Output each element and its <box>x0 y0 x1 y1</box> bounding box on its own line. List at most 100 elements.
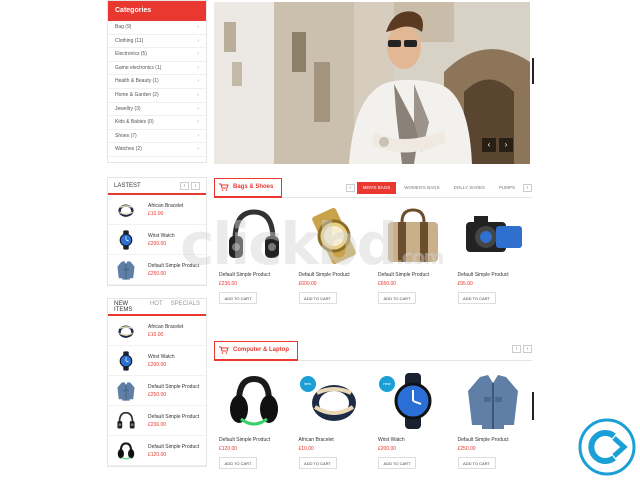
category-item[interactable]: Watches (2) › <box>108 143 206 157</box>
latest-prev-button[interactable]: ‹ <box>180 181 189 190</box>
watch-icon[interactable] <box>114 349 138 373</box>
category-label: Watches (2) <box>115 146 142 153</box>
side-product-item[interactable]: Default Simple Product £236.00 <box>108 406 206 436</box>
side-product-item[interactable]: Wrist Watch £200.00 <box>108 225 206 255</box>
hero-prev-button[interactable]: ‹ <box>482 138 496 152</box>
product-name[interactable]: Default Simple Product <box>148 263 199 269</box>
latest-next-button[interactable]: › <box>191 181 200 190</box>
category-item[interactable]: Kids & Babies (0) › <box>108 116 206 130</box>
bags-shoes-section: Bags & Shoes ‹ MEN'S BAGS WOMEN'S BAGS D… <box>214 177 533 304</box>
chevron-right-icon: › <box>197 132 199 139</box>
tab-dolly-shoes[interactable]: DOLLY SHOES <box>448 182 491 194</box>
category-item[interactable]: Bag (9) › <box>108 21 206 35</box>
product-name[interactable]: Default Simple Product <box>148 414 199 420</box>
watermark-logo-icon <box>578 418 636 476</box>
product-name[interactable]: African Bracelet <box>148 324 183 330</box>
side-product-item[interactable]: African Bracelet £10.00 <box>108 195 206 225</box>
category-label: Kids & Babies (0) <box>115 119 154 126</box>
bag-icon[interactable] <box>378 206 448 266</box>
chevron-right-icon: › <box>197 24 199 30</box>
bags-prev-button[interactable]: ‹ <box>345 184 355 192</box>
category-item[interactable]: Electronics (5) › <box>108 48 206 62</box>
side-product-item[interactable]: Default Simple Product £250.00 <box>108 255 206 285</box>
latest-title: LASTEST <box>114 182 141 189</box>
product-name[interactable]: Wrist Watch <box>148 354 175 360</box>
chevron-right-icon: › <box>197 105 199 112</box>
product-name[interactable]: Default Simple Product <box>299 272 374 278</box>
add-to-cart-button[interactable]: ADD TO CART <box>457 457 496 469</box>
product-name[interactable]: Default Simple Product <box>219 272 294 278</box>
jacket-icon[interactable] <box>114 258 138 282</box>
product-name[interactable]: Default Simple Product <box>148 384 199 390</box>
hero-next-button[interactable]: › <box>499 138 513 152</box>
bags-next-button[interactable]: › <box>523 184 532 192</box>
category-item[interactable]: Game electronics (1) › <box>108 62 206 76</box>
computer-laptop-title: Computer & Laptop <box>233 347 289 353</box>
cart-icon <box>219 346 229 354</box>
product-name[interactable]: Wrist Watch <box>378 437 453 443</box>
product-price: £10.00 <box>148 331 164 338</box>
scrollbar-thumb[interactable] <box>532 58 534 84</box>
side-product-item[interactable]: Default Simple Product £250.00 <box>108 376 206 406</box>
category-item[interactable]: Jewellry (3) › <box>108 103 206 117</box>
category-item[interactable]: Health & Beauty (1) › <box>108 75 206 89</box>
computer-next-button[interactable]: › <box>523 345 532 353</box>
headset-icon[interactable] <box>114 439 138 463</box>
add-to-cart-button[interactable]: ADD TO CART <box>378 457 416 469</box>
bags-shoes-title-tab: Bags & Shoes <box>214 177 283 198</box>
category-label: Jewellry (3) <box>115 105 141 112</box>
product-name[interactable]: Default Simple Product <box>378 272 453 278</box>
watch-icon[interactable] <box>114 228 138 252</box>
tab-new-items[interactable]: NEW ITEMS <box>114 301 142 313</box>
category-label: Clothing (11) <box>115 37 144 44</box>
new-items-box: NEW ITEMS HOT SPECIALS African Bracelet £… <box>107 298 207 467</box>
add-to-cart-button[interactable]: ADD TO CART <box>457 292 496 304</box>
chevron-right-icon: › <box>197 37 199 44</box>
chevron-right-icon: › <box>197 146 199 153</box>
computer-prev-button[interactable]: ‹ <box>512 345 521 353</box>
product-name[interactable]: Default Simple Product <box>148 444 199 450</box>
headphones-icon[interactable] <box>219 206 289 266</box>
category-item[interactable]: Clothing (11) › <box>108 35 206 49</box>
product-card: Default Simple Product £236.00 ADD TO CART <box>214 206 294 304</box>
side-product-item[interactable]: Wrist Watch £200.00 <box>108 346 206 376</box>
side-product-item[interactable]: Default Simple Product £120.00 <box>108 436 206 466</box>
product-price: £200.00 <box>378 446 397 452</box>
add-to-cart-button[interactable]: ADD TO CART <box>378 292 416 304</box>
tab-hot[interactable]: HOT <box>150 301 163 313</box>
category-item[interactable]: Home & Garden (2) › <box>108 89 206 103</box>
bags-shoes-title: Bags & Shoes <box>233 184 274 190</box>
add-to-cart-button[interactable]: ADD TO CART <box>298 292 337 304</box>
tab-specials[interactable]: SPECIALS <box>171 301 200 313</box>
camera-icon[interactable] <box>458 206 528 266</box>
gold-watch-icon[interactable] <box>299 206 369 266</box>
product-name[interactable]: Default Simple Product <box>458 272 533 278</box>
category-item[interactable]: Shoes (7) › <box>108 130 206 144</box>
product-name[interactable]: African Bracelet <box>148 203 183 209</box>
sidebar: Categories Bag (9) › Clothing (11) › Electro… <box>107 0 207 467</box>
product-name[interactable]: Wrist Watch <box>148 233 175 239</box>
jacket-icon[interactable] <box>458 371 528 431</box>
tab-pumps[interactable]: PUMPS <box>493 182 521 194</box>
side-product-item[interactable]: African Bracelet £10.00 <box>108 316 206 346</box>
product-price: £120.00 <box>219 446 238 452</box>
headphones-icon[interactable] <box>114 409 138 433</box>
product-card: Default Simple Product £250.00 ADD TO CART <box>453 371 533 469</box>
bracelet-icon[interactable] <box>114 319 138 343</box>
product-name[interactable]: Default Simple Product <box>219 437 294 443</box>
jacket-icon[interactable] <box>114 379 138 403</box>
tab-mens-bags[interactable]: MEN'S BAGS <box>356 182 397 194</box>
product-price: £250.00 <box>148 270 167 277</box>
add-to-cart-button[interactable]: ADD TO CART <box>298 457 337 469</box>
tab-womens-bags[interactable]: WOMEN'S BAGS <box>398 182 445 194</box>
product-card: new African Bracelet £10.00 ADD TO CART <box>294 371 374 469</box>
scrollbar-thumb-lower[interactable] <box>532 392 534 420</box>
product-name[interactable]: African Bracelet <box>299 437 374 443</box>
product-name[interactable]: Default Simple Product <box>458 437 533 443</box>
headset-icon[interactable] <box>219 371 289 431</box>
add-to-cart-button[interactable]: ADD TO CART <box>219 292 257 304</box>
add-to-cart-button[interactable]: ADD TO CART <box>219 457 257 469</box>
bracelet-icon[interactable] <box>114 198 138 222</box>
hero-banner[interactable]: ‹ › <box>214 2 530 164</box>
product-price: £200.00 <box>148 361 167 368</box>
